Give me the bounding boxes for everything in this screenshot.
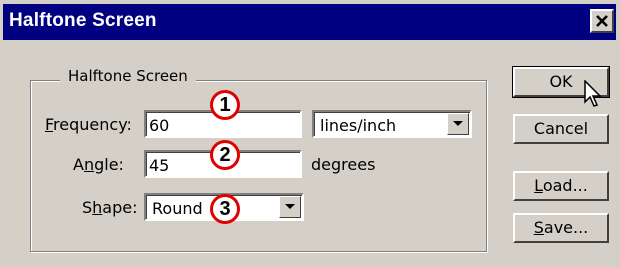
shape-label: Shape: xyxy=(82,198,138,217)
cancel-button[interactable]: Cancel xyxy=(513,114,609,144)
callout-1: 1 xyxy=(210,90,240,120)
frequency-units-value: lines/inch xyxy=(320,116,397,135)
close-icon xyxy=(596,15,608,27)
window-title: Halftone Screen xyxy=(9,10,157,31)
save-button[interactable]: Save... xyxy=(513,213,609,243)
chevron-down-icon xyxy=(453,121,463,126)
angle-label: Angle: xyxy=(73,155,124,174)
shape-dropdown-button[interactable] xyxy=(279,196,301,218)
angle-unit-label: degrees xyxy=(311,155,376,174)
shape-value: Round xyxy=(152,199,203,218)
title-bar[interactable]: Halftone Screen xyxy=(3,4,616,40)
load-button[interactable]: Load... xyxy=(513,171,609,201)
dialog-window: Halftone Screen Halftone Screen Frequenc… xyxy=(0,0,620,267)
frequency-units-dropdown-button[interactable] xyxy=(447,113,469,135)
frequency-label: Frequency: xyxy=(45,115,132,134)
callout-3: 3 xyxy=(210,194,240,224)
callout-2: 2 xyxy=(210,140,240,170)
frequency-units-select[interactable]: lines/inch xyxy=(312,110,472,138)
close-button[interactable] xyxy=(590,9,614,33)
pointer-cursor-icon xyxy=(584,80,602,107)
chevron-down-icon xyxy=(285,204,295,209)
group-legend: Halftone Screen xyxy=(60,67,196,85)
